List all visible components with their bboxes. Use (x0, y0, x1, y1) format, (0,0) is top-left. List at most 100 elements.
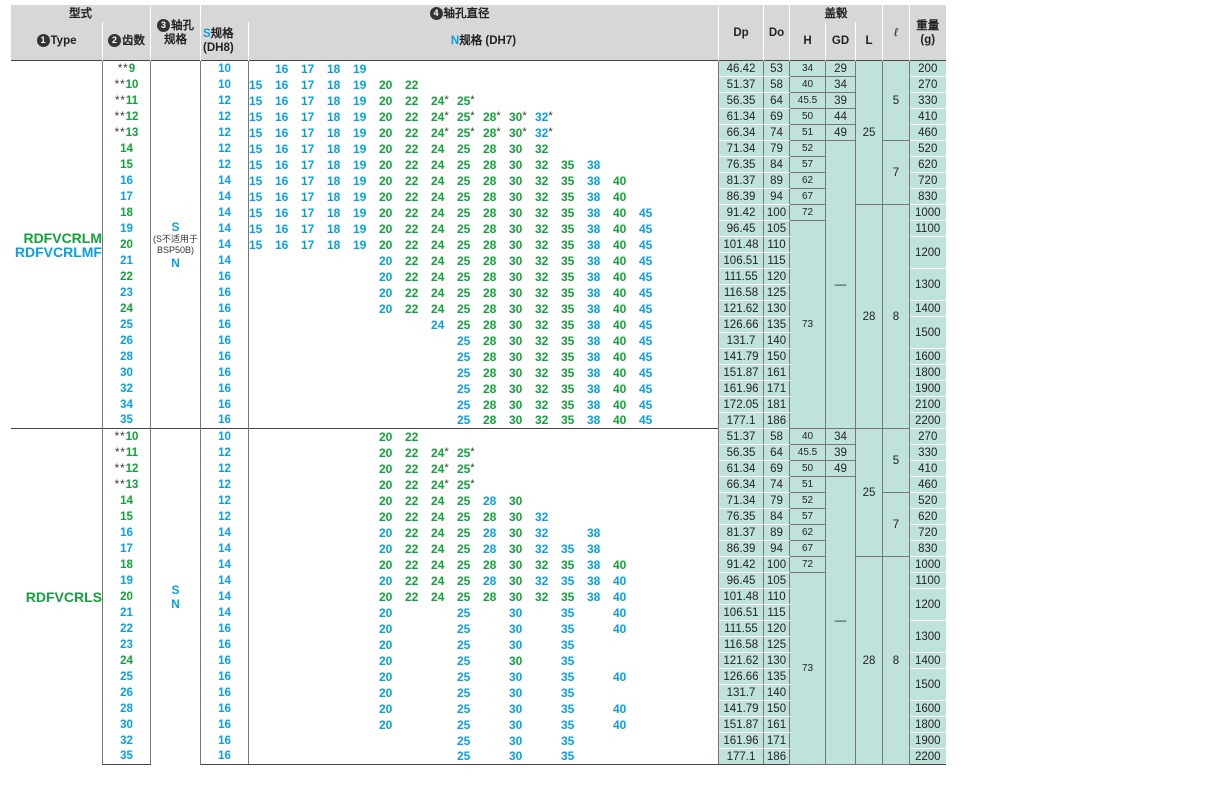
weight-value: 1100 (909, 220, 946, 237)
bore-value: 38 (587, 589, 601, 604)
bore-value: 28 (483, 589, 497, 604)
teeth-value: 23 (120, 286, 133, 299)
table-row: RDFVCRLM RDFVCRLMF **9 S (S不适用于 BSP50B) N 10 16 1… (10, 60, 946, 429)
teeth-stars: ** (114, 478, 126, 491)
bore-value: 45 (639, 253, 653, 268)
bore-value: 20 (379, 605, 393, 620)
teeth-count: 26 (102, 332, 151, 349)
bore-value: 16 (275, 205, 289, 220)
bore-value: 35 (561, 253, 575, 268)
teeth-value: 28 (120, 702, 133, 715)
dp-value: 76.35 (718, 508, 764, 525)
s-bore-size: 16 (200, 380, 249, 397)
teeth-value: 22 (120, 270, 133, 283)
n-bore-sizes: 20 22 24 25 28 30 32 35 38 (248, 540, 719, 557)
s-spec-header: S规格 (DH8) (200, 22, 249, 61)
dp-value: 101.48 (718, 588, 764, 605)
bore-value: 40 (613, 301, 627, 316)
bore-value: 18 (327, 110, 341, 124)
do-value: 150 (763, 700, 790, 717)
bore-value: 28 (483, 173, 497, 188)
bore-value: 30 (509, 397, 523, 412)
s-bore-size: 16 (200, 620, 249, 637)
dp-value: 101.48 (718, 236, 764, 253)
dp-value: 111.55 (718, 268, 764, 285)
bore-value: 19 (353, 141, 367, 156)
s-bore-size: 16 (200, 732, 249, 749)
n-bore-sizes: 20 22 24 25 28 30 32 35 38 40 45 (248, 284, 719, 301)
bore-value: 38 (587, 381, 601, 396)
bore-value: 30 (509, 157, 523, 172)
bore-value: 16 (275, 77, 289, 92)
bore-value: 28* (483, 110, 501, 124)
bore-value: 28 (483, 237, 497, 252)
teeth-value: 23 (120, 638, 133, 651)
teeth-value: 10 (125, 430, 139, 443)
n-bore-sizes: 15 16 17 18 19 20 22 24* 25* 28* 30* 32* (248, 108, 719, 125)
bore-value: 38 (587, 253, 601, 268)
dp-value: 86.39 (718, 188, 764, 205)
bore-value: 25 (457, 701, 471, 716)
n-bore-sizes: 20 22 24 25 28 30 (248, 492, 719, 509)
h-value: 45.5 (789, 444, 826, 461)
bore-value: 45 (639, 205, 653, 220)
bore-value: 32 (535, 317, 549, 332)
bore-value: 22 (405, 126, 419, 140)
bore-value: 28 (483, 381, 497, 396)
teeth-count: 20 (102, 236, 151, 253)
h-value: 73 (789, 572, 826, 765)
bore-value: 25 (457, 589, 471, 604)
bore-value: 32* (535, 110, 553, 124)
bore-value: 24 (431, 317, 445, 332)
bore-value: 45 (639, 381, 653, 396)
bore-value: 22 (405, 301, 419, 316)
bore-value: 32 (535, 541, 549, 556)
bore-value: 20 (379, 205, 393, 220)
weight-value: 330 (909, 444, 946, 461)
bore-value: 40 (613, 701, 627, 716)
dp-value: 96.45 (718, 220, 764, 237)
s-bore-size: 14 (200, 172, 249, 189)
weight-value: 200 (909, 60, 946, 77)
weight-value: 1300 (909, 268, 946, 301)
bore-value: 24 (431, 237, 445, 252)
bore-value: 30 (509, 525, 523, 540)
dp-value: 141.79 (718, 700, 764, 717)
bore-value: 28 (483, 493, 497, 508)
bore-value: 32 (535, 509, 549, 524)
h-value: 52 (789, 140, 826, 157)
bore-value: 18 (327, 77, 341, 92)
s-bore-size: 16 (200, 364, 249, 381)
weight-value: 460 (909, 124, 946, 141)
weight-value: 1300 (909, 620, 946, 653)
bore-value: 17 (301, 77, 315, 92)
bore-value: 40 (613, 397, 627, 412)
n-bore-sizes: 15 16 17 18 19 20 22 24 25 28 30 32 35 38 40 45 (248, 220, 719, 237)
type-label: RDFVCRLS (25, 588, 102, 605)
bore-value: 20 (379, 557, 393, 572)
dp-value: 61.34 (718, 108, 764, 125)
h-value: 73 (789, 220, 826, 429)
dp-value: 46.42 (718, 60, 764, 77)
bore-value: 35 (561, 669, 575, 684)
bore-value: 17 (301, 61, 315, 76)
bore-value: 16 (275, 94, 289, 108)
n-bore-sizes: 25 30 35 (248, 732, 719, 749)
s-bore-size: 12 (200, 444, 249, 461)
do-value: 140 (763, 684, 790, 701)
bore-value: 40 (613, 669, 627, 684)
bore-value: 22 (405, 462, 419, 476)
n-bore-sizes: 15 16 17 18 19 20 22 24 25 28 30 32 35 38 (248, 156, 719, 173)
s-bore-size: 10 (200, 428, 249, 445)
bore-value: 38 (587, 173, 601, 188)
bore-value: 17 (301, 221, 315, 236)
s-bore-size: 16 (200, 716, 249, 733)
bore-value: 18 (327, 189, 341, 204)
bore-standard-label: (S不适用于 (152, 233, 198, 244)
bore-value: 25* (457, 94, 475, 108)
dp-value: 131.7 (718, 684, 764, 701)
bore-value: 22 (405, 269, 419, 284)
dp-value: 71.34 (718, 492, 764, 509)
bore-value: 38 (587, 573, 601, 588)
bore-standard-label: N (171, 596, 180, 611)
